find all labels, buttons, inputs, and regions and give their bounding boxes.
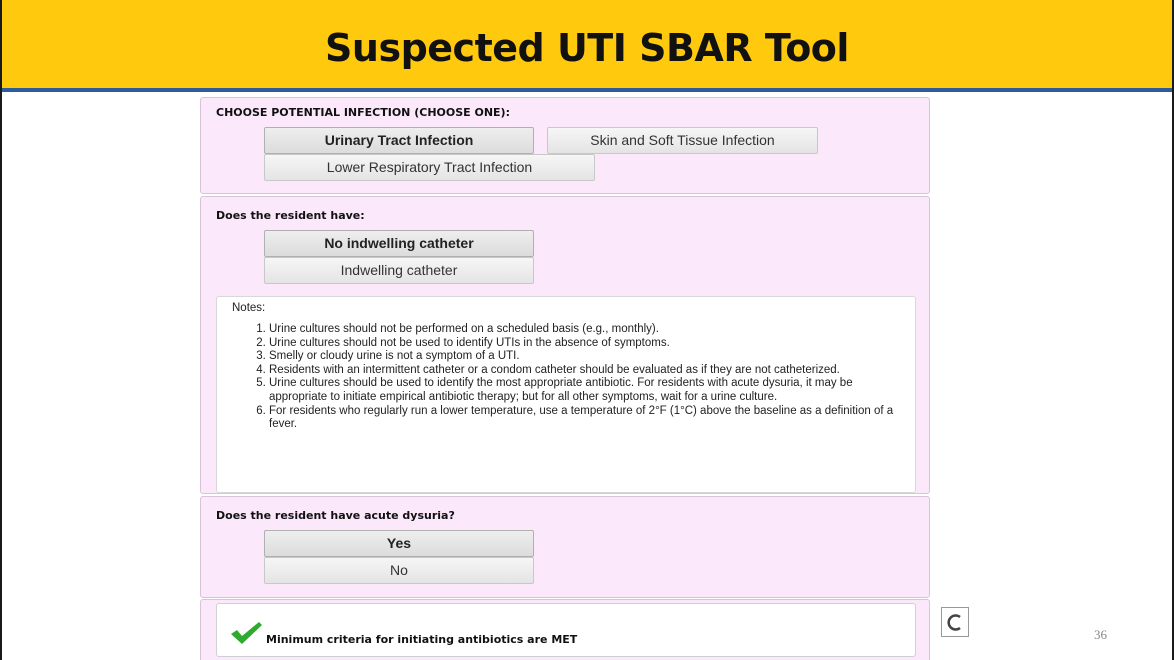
notes-list: Urine cultures should not be performed o… [243, 323, 909, 432]
slide-title-bar: Suspected UTI SBAR Tool [0, 0, 1174, 92]
result-message: Minimum criteria for initiating antibiot… [266, 633, 578, 646]
catheter-question: Does the resident have: [216, 209, 365, 222]
dysuria-question: Does the resident have acute dysuria? [216, 509, 455, 522]
result-panel: Minimum criteria for initiating antibiot… [200, 599, 930, 660]
result-box: Minimum criteria for initiating antibiot… [216, 603, 916, 657]
skin-soft-tissue-option-button[interactable]: Skin and Soft Tissue Infection [547, 127, 818, 154]
catheter-panel: Does the resident have: No indwelling ca… [200, 196, 930, 494]
left-frame-line [0, 0, 2, 660]
infection-panel: CHOOSE POTENTIAL INFECTION (CHOOSE ONE):… [200, 97, 930, 194]
indwelling-catheter-button[interactable]: Indwelling catheter [264, 257, 534, 284]
uti-option-button[interactable]: Urinary Tract Infection [264, 127, 534, 154]
slide-title: Suspected UTI SBAR Tool [325, 26, 849, 70]
no-indwelling-catheter-button[interactable]: No indwelling catheter [264, 230, 534, 257]
notes-title: Notes: [232, 302, 266, 314]
notes-box: Notes: Urine cultures should not be perf… [216, 296, 916, 493]
dysuria-yes-button[interactable]: Yes [264, 530, 534, 557]
note-item: Urine cultures should be used to identif… [269, 377, 909, 404]
dysuria-panel: Does the resident have acute dysuria? Ye… [200, 496, 930, 598]
circle-arrow-icon [947, 614, 961, 631]
page-number: 36 [1094, 627, 1107, 642]
note-item: Urine cultures should not be used to ide… [269, 337, 909, 351]
note-item: Smelly or cloudy urine is not a symptom … [269, 350, 909, 364]
dysuria-no-button[interactable]: No [264, 557, 534, 584]
checkmark-icon [231, 622, 262, 644]
partial-widget-icon[interactable] [941, 607, 969, 637]
note-item: For residents who regularly run a lower … [269, 405, 909, 432]
infection-question: CHOOSE POTENTIAL INFECTION (CHOOSE ONE): [216, 106, 510, 119]
note-item: Residents with an intermittent catheter … [269, 364, 909, 378]
note-item: Urine cultures should not be performed o… [269, 323, 909, 337]
lower-respiratory-option-button[interactable]: Lower Respiratory Tract Infection [264, 154, 595, 181]
